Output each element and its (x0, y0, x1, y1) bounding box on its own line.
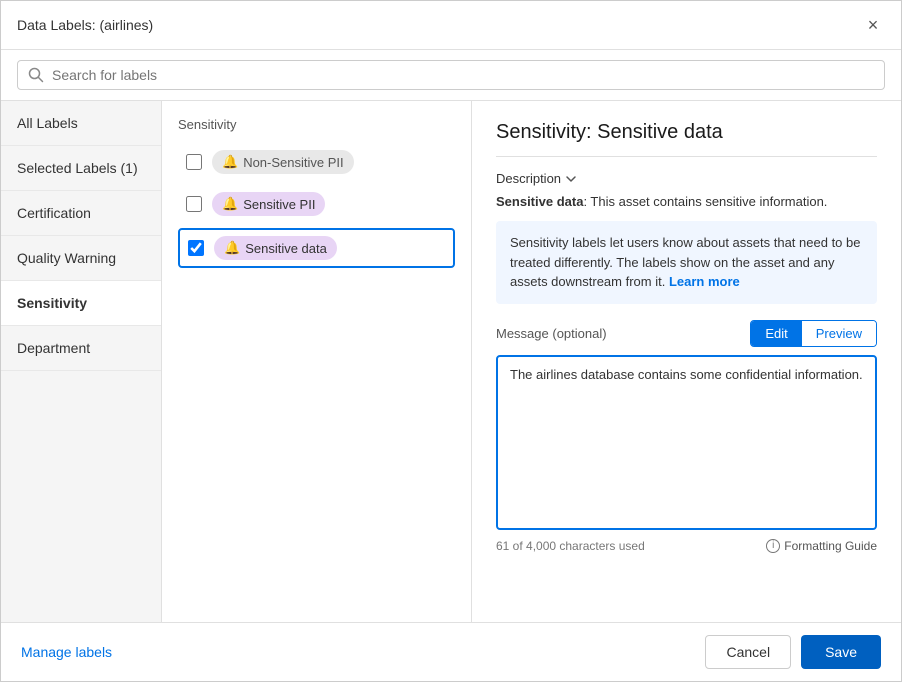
close-button[interactable]: × (861, 13, 885, 37)
badge-non-sensitive-pii: 🔔 Non-Sensitive PII (212, 150, 354, 174)
label-text-sensitive-pii: Sensitive PII (243, 197, 315, 212)
sidebar-item-quality-warning[interactable]: Quality Warning (1, 236, 161, 281)
section-title: Sensitivity (178, 117, 455, 132)
chars-used: 61 of 4,000 characters used (496, 539, 645, 553)
dialog: Data Labels: (airlines) × All Labels Sel… (0, 0, 902, 682)
title-bar: Data Labels: (airlines) × (1, 1, 901, 50)
main-content: All Labels Selected Labels (1) Certifica… (1, 101, 901, 622)
search-bar (1, 50, 901, 101)
description-bold: Sensitive data (496, 194, 583, 209)
badge-sensitive-pii: 🔔 Sensitive PII (212, 192, 325, 216)
badge-sensitive-data: 🔔 Sensitive data (214, 236, 337, 260)
message-header: Message (optional) Edit Preview (496, 320, 877, 347)
tab-edit[interactable]: Edit (751, 321, 801, 346)
detail-panel: Sensitivity: Sensitive data Description … (472, 101, 901, 622)
message-footer: 61 of 4,000 characters used i Formatting… (496, 539, 877, 553)
checkbox-sensitive-data[interactable] (188, 240, 204, 256)
search-wrapper (17, 60, 885, 90)
label-item-non-sensitive-pii[interactable]: 🔔 Non-Sensitive PII (178, 144, 455, 180)
manage-labels-link[interactable]: Manage labels (21, 644, 112, 660)
description-content: Sensitive data: This asset contains sens… (496, 194, 877, 209)
dialog-title: Data Labels: (airlines) (17, 17, 153, 33)
sidebar-item-sensitivity[interactable]: Sensitivity (1, 281, 161, 326)
save-button[interactable]: Save (801, 635, 881, 669)
info-box: Sensitivity labels let users know about … (496, 221, 877, 304)
sidebar-item-department[interactable]: Department (1, 326, 161, 371)
middle-panel: Sensitivity 🔔 Non-Sensitive PII 🔔 Sensit… (162, 101, 472, 622)
label-item-sensitive-pii[interactable]: 🔔 Sensitive PII (178, 186, 455, 222)
info-circle-icon: i (766, 539, 780, 553)
checkbox-sensitive-pii[interactable] (186, 196, 202, 212)
message-textarea[interactable]: The airlines database contains some conf… (496, 355, 877, 530)
label-icon-non-sensitive: 🔔 (222, 154, 238, 170)
sidebar: All Labels Selected Labels (1) Certifica… (1, 101, 162, 622)
sidebar-item-all-labels[interactable]: All Labels (1, 101, 161, 146)
description-text: : This asset contains sensitive informat… (583, 194, 827, 209)
label-item-sensitive-data[interactable]: 🔔 Sensitive data (178, 228, 455, 268)
tab-group: Edit Preview (750, 320, 877, 347)
search-icon (28, 67, 44, 83)
formatting-guide-link[interactable]: i Formatting Guide (766, 539, 877, 553)
cancel-button[interactable]: Cancel (705, 635, 791, 669)
message-label: Message (optional) (496, 326, 607, 341)
learn-more-link[interactable]: Learn more (669, 274, 740, 289)
description-toggle[interactable]: Description (496, 171, 877, 186)
label-text-sensitive-data: Sensitive data (245, 241, 327, 256)
chevron-down-icon (565, 173, 577, 185)
footer-buttons: Cancel Save (705, 635, 881, 669)
search-input[interactable] (52, 67, 874, 83)
label-icon-sensitive-pii: 🔔 (222, 196, 238, 212)
sidebar-item-selected-labels[interactable]: Selected Labels (1) (1, 146, 161, 191)
dialog-footer: Manage labels Cancel Save (1, 622, 901, 681)
detail-title: Sensitivity: Sensitive data (496, 121, 877, 144)
formatting-guide-label: Formatting Guide (784, 539, 877, 553)
tab-preview[interactable]: Preview (802, 321, 876, 346)
detail-divider (496, 156, 877, 157)
label-text-non-sensitive: Non-Sensitive PII (243, 155, 343, 170)
checkbox-non-sensitive-pii[interactable] (186, 154, 202, 170)
description-toggle-label: Description (496, 171, 561, 186)
label-icon-sensitive-data: 🔔 (224, 240, 240, 256)
sidebar-item-certification[interactable]: Certification (1, 191, 161, 236)
